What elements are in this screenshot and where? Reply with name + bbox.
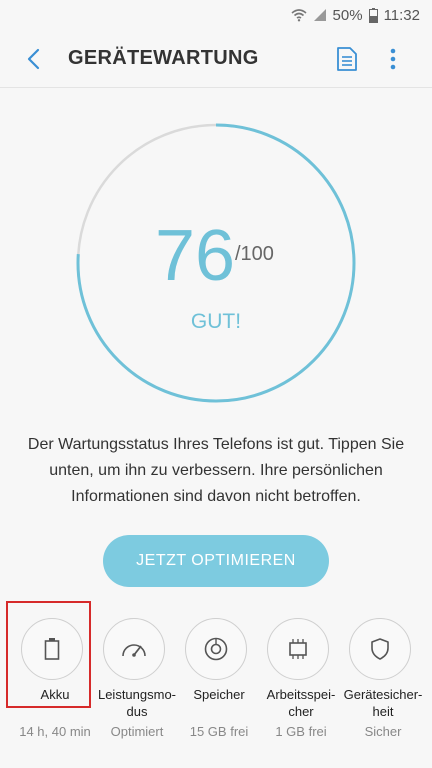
shield-icon bbox=[371, 638, 389, 660]
document-icon bbox=[337, 47, 357, 71]
category-label: Arbeitsspei- cher bbox=[266, 687, 336, 719]
category-status: 14 h, 40 min bbox=[19, 724, 91, 739]
battery-status-icon bbox=[368, 7, 378, 23]
more-options-button[interactable] bbox=[385, 45, 401, 73]
page-title: GERÄTEWARTUNG bbox=[68, 47, 259, 69]
category-label: Speicher bbox=[193, 687, 245, 702]
category-status: Sicher bbox=[364, 724, 402, 739]
back-button[interactable] bbox=[22, 46, 46, 72]
app-bar: GERÄTEWARTUNG bbox=[0, 30, 432, 88]
memory-chip-icon bbox=[289, 639, 307, 659]
selection-highlight bbox=[6, 601, 91, 708]
category-icon-circle bbox=[185, 618, 247, 680]
battery-percent: 50% bbox=[332, 6, 363, 24]
speedometer-icon bbox=[122, 644, 146, 657]
category-storage[interactable]: Speicher 15 GB frei bbox=[178, 600, 260, 750]
category-status: 1 GB frei bbox=[275, 724, 327, 739]
category-icon-circle bbox=[349, 618, 411, 680]
status-description: Der Wartungsstatus Ihres Telefons ist gu… bbox=[27, 436, 405, 505]
report-button[interactable] bbox=[335, 45, 359, 73]
category-ram[interactable]: Arbeitsspei- cher 1 GB frei bbox=[260, 600, 342, 750]
category-icon-circle bbox=[103, 618, 165, 680]
storage-disc-icon bbox=[204, 637, 228, 661]
wifi-icon bbox=[291, 9, 307, 22]
signal-icon bbox=[313, 9, 326, 21]
category-label: Gerätesicher- heit bbox=[343, 687, 423, 719]
category-status: 15 GB frei bbox=[189, 724, 249, 739]
category-performance-mode[interactable]: Leistungsmo- dus Optimiert bbox=[96, 600, 178, 750]
category-status: Optimiert bbox=[110, 724, 164, 739]
category-label: Leistungsmo- dus bbox=[97, 687, 177, 719]
category-icon-circle bbox=[267, 618, 329, 680]
more-vert-icon bbox=[390, 48, 396, 70]
score-value: 76 bbox=[155, 216, 236, 296]
chevron-left-icon bbox=[27, 48, 40, 70]
status-bar: 50% 11:32 bbox=[0, 0, 432, 30]
score-status: GUT! bbox=[190, 310, 242, 333]
score-max: /100 bbox=[235, 243, 274, 265]
category-device-security[interactable]: Gerätesicher- heit Sicher bbox=[342, 600, 424, 750]
optimize-now-button[interactable]: JETZT OPTIMIEREN bbox=[103, 535, 329, 587]
clock: 11:32 bbox=[383, 6, 420, 24]
